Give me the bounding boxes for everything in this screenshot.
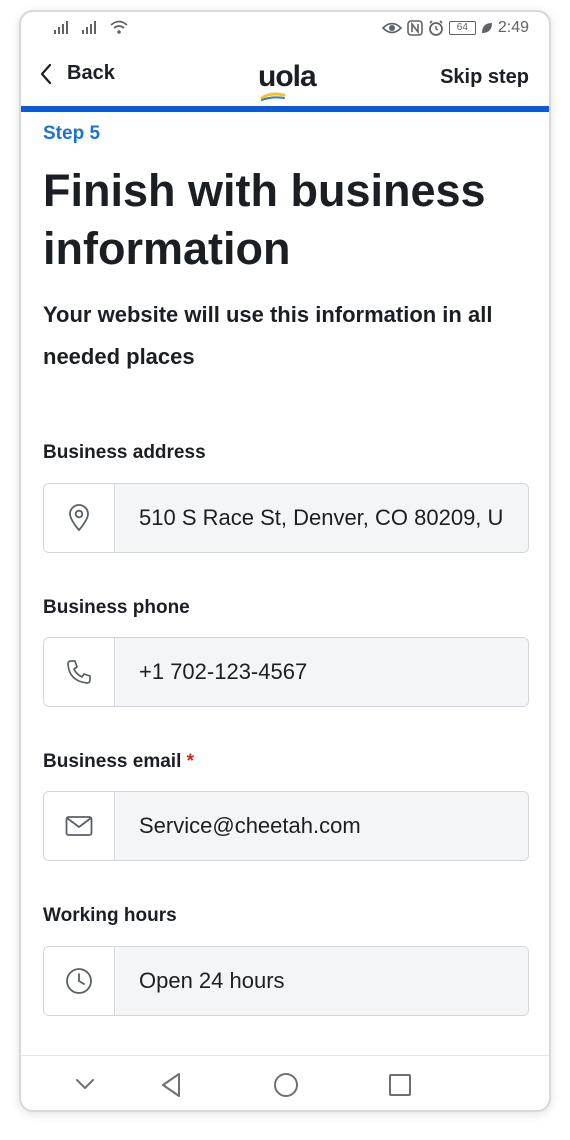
working-hours-field[interactable]: Open 24 hours — [43, 946, 529, 1016]
business-email-field[interactable]: Service@cheetah.com — [43, 791, 529, 861]
business-phone-input[interactable]: +1 702-123-4567 — [116, 638, 528, 706]
page-subtitle: Your website will use this information i… — [43, 302, 493, 369]
hours-icon-box — [44, 947, 115, 1015]
alarm-icon — [428, 20, 443, 36]
business-address-label: Business address — [43, 442, 206, 463]
page-title: Finish with business information — [43, 165, 486, 274]
business-phone-field[interactable]: +1 702-123-4567 — [43, 637, 529, 707]
chevron-left-icon — [40, 63, 52, 84]
back-button[interactable]: Back — [39, 62, 115, 85]
status-time: 2:49 — [497, 19, 529, 36]
business-address-input[interactable]: 510 S Race St, Denver, CO 80209, U — [116, 484, 528, 552]
clock-icon — [66, 968, 92, 994]
email-icon-box — [44, 792, 115, 860]
working-hours-label: Working hours — [43, 905, 177, 926]
location-pin-icon — [69, 504, 89, 532]
back-label: Back — [67, 62, 115, 84]
business-email-label-text: Business email — [43, 751, 182, 772]
nfc-icon — [407, 20, 423, 36]
skip-step-button[interactable]: Skip step — [440, 66, 529, 89]
signal-icon — [82, 21, 96, 34]
phone-icon — [67, 660, 91, 684]
leaf-icon — [481, 23, 492, 33]
eye-icon — [381, 22, 402, 34]
business-email-label: Business email * — [43, 751, 194, 773]
progress-bar — [21, 106, 549, 112]
phone-icon-box — [44, 638, 115, 706]
back-triangle-icon[interactable] — [160, 1072, 182, 1098]
address-icon-box — [44, 484, 115, 552]
business-address-field[interactable]: 510 S Race St, Denver, CO 80209, U — [43, 483, 529, 553]
envelope-icon — [65, 816, 93, 836]
wifi-icon — [110, 20, 128, 34]
signal-icon — [54, 21, 68, 34]
uola-logo: uola — [258, 60, 317, 93]
status-bar: 64 2:49 — [21, 12, 549, 48]
recents-square-icon[interactable] — [388, 1073, 412, 1097]
logo-swoosh-icon — [260, 92, 286, 101]
battery-icon: 64 — [448, 21, 476, 35]
phone-frame: 64 2:49 Back uola Skip step Step 5 Finis… — [19, 10, 551, 1112]
business-email-input[interactable]: Service@cheetah.com — [116, 792, 528, 860]
system-nav-bar — [21, 1055, 549, 1110]
business-phone-label: Business phone — [43, 597, 190, 618]
required-asterisk: * — [186, 751, 195, 772]
home-circle-icon[interactable] — [273, 1072, 299, 1098]
step-indicator: Step 5 — [43, 123, 101, 144]
working-hours-input[interactable]: Open 24 hours — [116, 947, 528, 1015]
app-header: Back uola Skip step — [21, 48, 549, 106]
chevron-down-icon[interactable] — [75, 1078, 95, 1090]
